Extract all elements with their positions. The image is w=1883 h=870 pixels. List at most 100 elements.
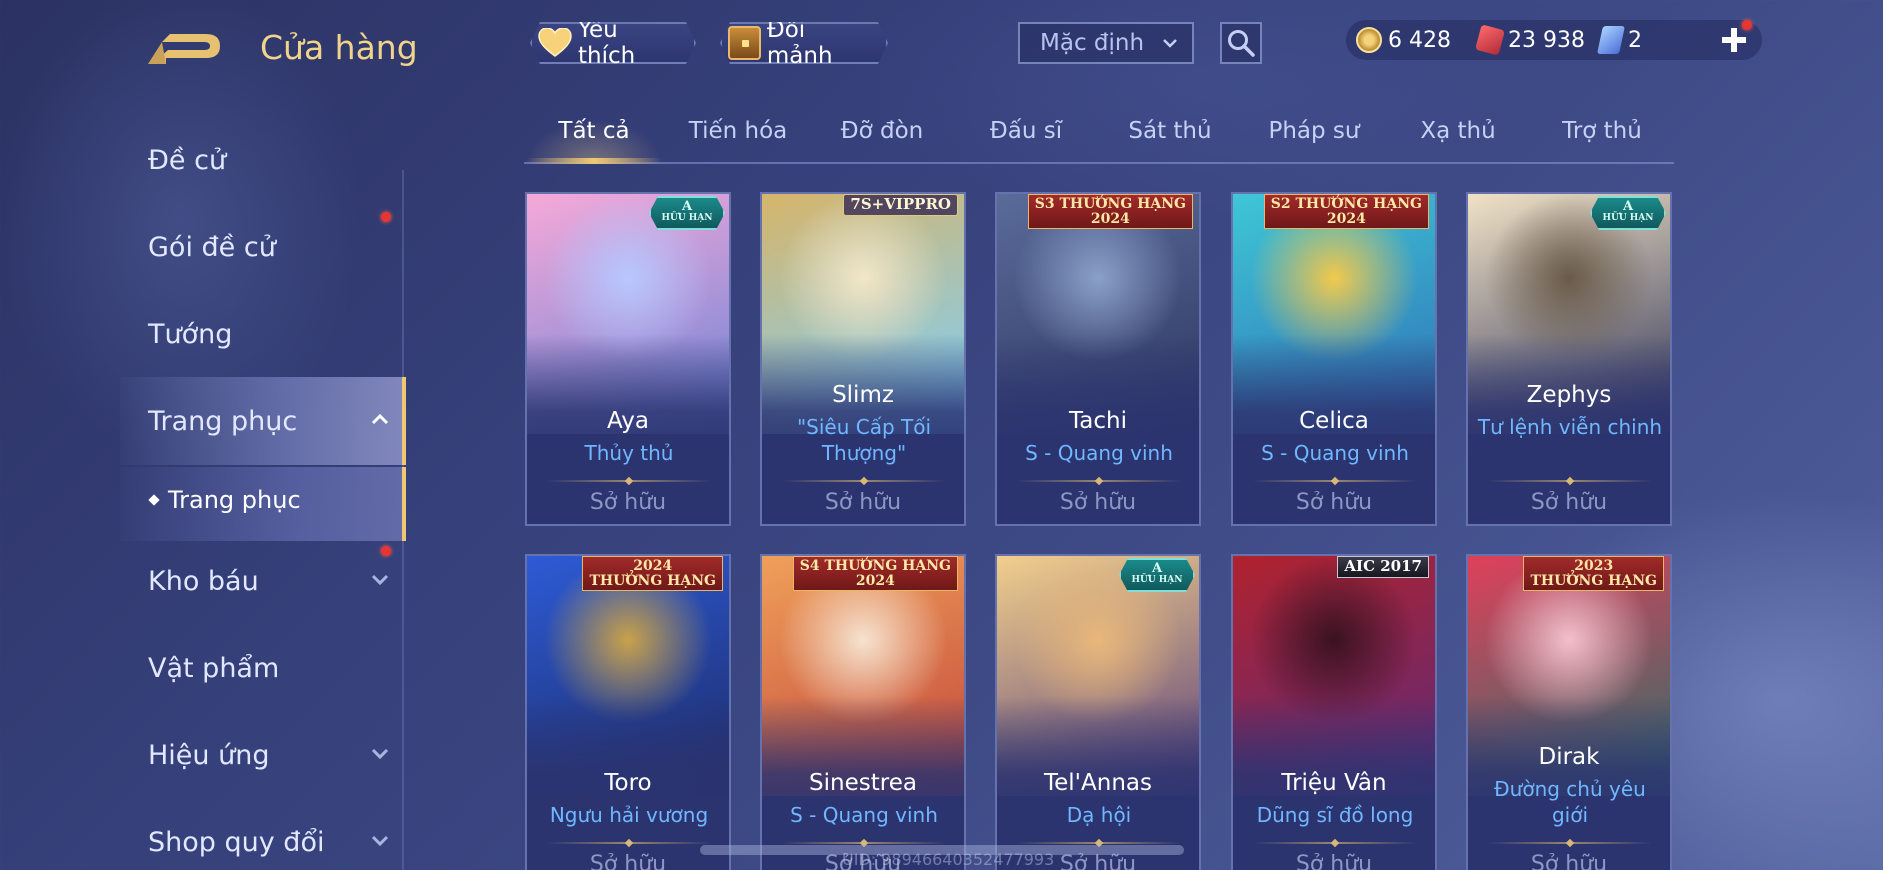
limited-badge: A HỮU HẠN: [1119, 558, 1195, 592]
sidebar-subitem-label: Trang phục: [168, 486, 301, 514]
sidebar-item-label: Kho báu: [148, 565, 259, 597]
badge-line: A: [1151, 561, 1163, 576]
rank-reward-badge: 2023 THƯỞNG HẠNG: [1523, 556, 1664, 592]
sidebar-item-exchange-shop[interactable]: Shop quy đổi: [148, 817, 398, 867]
badge-line: AIC 2017: [1344, 557, 1422, 575]
tab-tank[interactable]: Đỡ đòn: [817, 118, 947, 144]
tab-assassin[interactable]: Sát thủ: [1105, 118, 1235, 144]
favorite-button[interactable]: Yêu thích: [530, 22, 696, 64]
sidebar-item-featured[interactable]: Đề cử: [148, 135, 398, 185]
sidebar-item-label: Shop quy đổi: [148, 826, 325, 858]
hero-name: Dirak: [1538, 744, 1600, 770]
hero-name: Triệu Vân: [1281, 770, 1387, 796]
tab-evolution[interactable]: Tiến hóa: [673, 118, 803, 144]
sidebar-item-label: Vật phẩm: [148, 652, 280, 684]
skin-name: S - Quang vinh: [1025, 441, 1173, 465]
tab-mage[interactable]: Pháp sư: [1249, 118, 1379, 144]
badge-line: HỮU HẠN: [661, 212, 713, 223]
hero-name: Aya: [607, 408, 649, 434]
skin-card[interactable]: 7S+VIPPRO Slimz "Siêu Cấp Tối Thượng" Sở hữ…: [760, 192, 966, 526]
favorite-label: Yêu thích: [578, 17, 636, 69]
sidebar-item-label: Hiệu ứng: [148, 739, 270, 771]
sidebar-subitem-skins[interactable]: Trang phục: [148, 486, 301, 514]
notification-dot: [381, 546, 391, 556]
skin-card[interactable]: A HỮU HẠN Zephys Tư lệnh viễn chinh Sở hữu: [1466, 192, 1672, 526]
chevron-down-icon: [371, 748, 389, 760]
shard-exchange-label: Đổi mảnh: [766, 17, 833, 69]
skin-card[interactable]: 2024 THƯỞNG HẠNG Toro Ngưu hải vương Sở hữu: [525, 554, 731, 870]
voucher-gem-icon: [1475, 24, 1505, 56]
skin-name: Thủy thủ: [584, 441, 674, 465]
vip-badge: 7S+VIPPRO: [843, 194, 958, 216]
badge-line: S4 THƯỞNG HẠNG: [799, 558, 951, 574]
token-currency: 2: [1597, 22, 1642, 58]
chevron-down-icon: [1163, 39, 1177, 48]
sidebar-item-skins[interactable]: Trang phục: [148, 396, 398, 446]
skin-card[interactable]: S3 THƯỞNG HẠNG 2024 Tachi S - Quang vinh Sở …: [995, 192, 1201, 526]
search-button[interactable]: [1220, 22, 1262, 64]
badge-line: A: [681, 199, 693, 214]
owned-status: Sở hữu: [1295, 852, 1373, 870]
tab-fighter[interactable]: Đấu sĩ: [961, 118, 1091, 144]
gold-coin-icon: [1356, 27, 1382, 53]
skin-name: Dũng sĩ đồ long: [1256, 803, 1414, 827]
voucher-amount: 23 938: [1508, 27, 1585, 53]
badge-line: THƯỞNG HẠNG: [589, 572, 716, 589]
tab-all[interactable]: Tất cả: [529, 118, 659, 144]
badge-line: 7S+VIPPRO: [850, 195, 951, 213]
skin-card[interactable]: AIC 2017 Triệu Vân Dũng sĩ đồ long Sở hữu: [1231, 554, 1437, 870]
skin-card[interactable]: S4 THƯỞNG HẠNG 2024 Sinestrea S - Quang vin…: [760, 554, 966, 870]
owned-status: Sở hữu: [824, 490, 902, 515]
skin-name: Ngưu hải vương: [549, 803, 709, 827]
skin-card[interactable]: A HỮU HẠN Tel'Annas Dạ hội Sở hữu: [995, 554, 1201, 870]
back-button[interactable]: [148, 28, 228, 70]
voucher-currency: 23 938: [1475, 22, 1585, 58]
badge-line: HỮU HẠN: [1131, 574, 1183, 585]
bullet-diamond-icon: [148, 494, 160, 506]
sidebar-item-items[interactable]: Vật phẩm: [148, 643, 398, 693]
sidebar-item-heroes[interactable]: Tướng: [148, 309, 398, 359]
hero-name: Tel'Annas: [1044, 770, 1152, 796]
skin-card[interactable]: A HỮU HẠN Aya Thủy thủ Sở hữu: [525, 192, 731, 526]
owned-status: Sở hữu: [589, 852, 667, 870]
heart-icon: [538, 28, 572, 58]
back-arrow-icon: [148, 34, 220, 64]
sidebar-item-effects[interactable]: Hiệu ứng: [148, 730, 398, 780]
skin-name: Dạ hội: [1066, 803, 1132, 827]
rank-reward-badge: S2 THƯỞNG HẠNG 2024: [1263, 194, 1429, 230]
token-card-icon: [1597, 26, 1625, 54]
badge-line: 2024: [633, 558, 673, 574]
sidebar-item-treasure[interactable]: Kho báu: [148, 556, 398, 606]
hero-name: Tachi: [1069, 408, 1127, 434]
skin-name: S - Quang vinh: [790, 803, 938, 827]
hero-name: Slimz: [832, 382, 894, 408]
sidebar-item-label: Đề cử: [148, 144, 227, 176]
owned-status: Sở hữu: [589, 490, 667, 515]
owned-status: Sở hữu: [1530, 852, 1608, 870]
search-icon: [1228, 30, 1255, 57]
skin-card[interactable]: S2 THƯỞNG HẠNG 2024 Celica S - Quang vinh Sở…: [1231, 192, 1437, 526]
skin-card[interactable]: 2023 THƯỞNG HẠNG Dirak Đường chủ yêu giới Sở…: [1466, 554, 1672, 870]
sidebar-item-featured-bundles[interactable]: Gói đề cử: [148, 222, 398, 272]
skin-name: Đường chủ yêu giới: [1494, 777, 1646, 827]
page-title: Cửa hàng: [260, 28, 418, 67]
tab-marksman[interactable]: Xạ thủ: [1393, 118, 1523, 144]
notification-dot: [1742, 20, 1752, 30]
shard-exchange-button[interactable]: Đổi mảnh: [720, 22, 888, 64]
limited-badge: A HỮU HẠN: [649, 196, 725, 230]
skin-name: "Siêu Cấp Tối Thượng": [796, 415, 932, 465]
sidebar-item-label: Gói đề cử: [148, 231, 276, 263]
sort-dropdown[interactable]: Mặc định: [1018, 22, 1194, 64]
gold-amount: 6 428: [1388, 27, 1451, 53]
owned-status: Sở hữu: [1530, 490, 1608, 515]
limited-badge: A HỮU HẠN: [1590, 196, 1666, 230]
tab-support[interactable]: Trợ thủ: [1537, 118, 1667, 144]
badge-line: THƯỞNG HẠNG: [1530, 572, 1657, 589]
treasure-chest-icon: [728, 26, 761, 60]
chevron-down-icon: [371, 574, 389, 586]
sort-value: Mặc định: [1040, 30, 1145, 56]
badge-line: S3 THƯỞNG HẠNG: [1034, 196, 1186, 212]
rank-reward-badge: 2024 THƯỞNG HẠNG: [582, 556, 723, 592]
tab-divider-line: [524, 162, 1674, 164]
badge-line: A: [1622, 199, 1634, 214]
